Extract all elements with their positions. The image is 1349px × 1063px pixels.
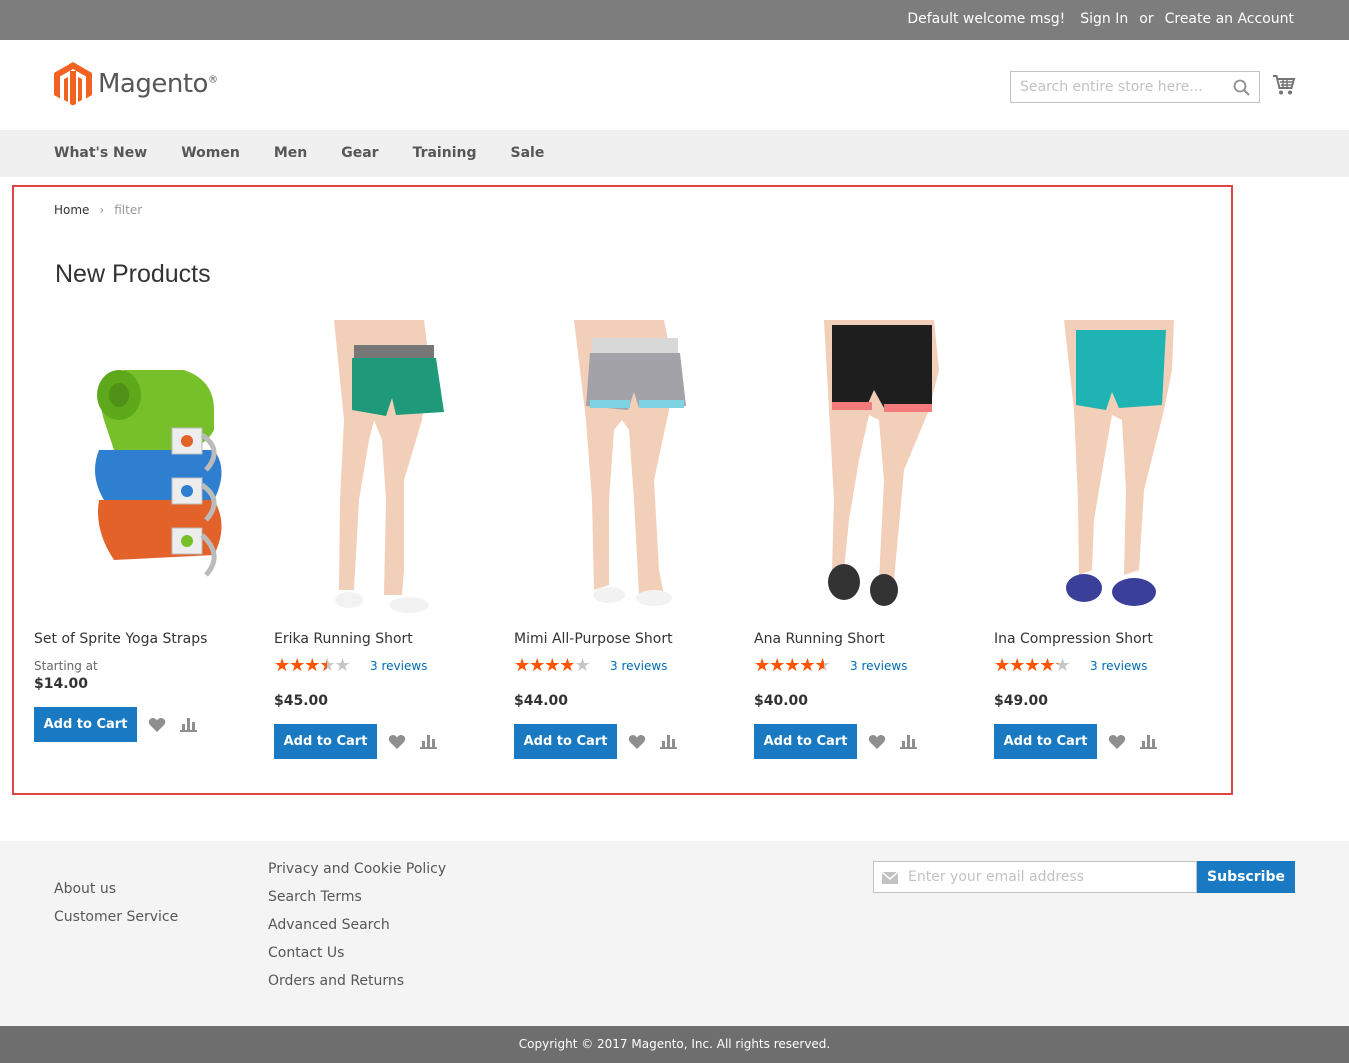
product-item: Erika Running Short ★★★★★ ★★★★★ 3 review… <box>274 320 504 759</box>
rating-stars-icon: ★★★★★ ★★★★★ <box>754 655 830 676</box>
cart-icon[interactable] <box>1272 74 1296 96</box>
page-title: New Products <box>55 260 211 288</box>
footer-link-customer-service[interactable]: Customer Service <box>54 909 178 937</box>
starting-at-label: Starting at <box>34 659 98 673</box>
product-price: $14.00 <box>34 676 89 692</box>
product-item: Ina Compression Short ★★★★★ ★★★★★ 3 revi… <box>994 320 1224 759</box>
product-price: $44.00 <box>514 693 569 709</box>
breadcrumb-separator-icon: › <box>99 203 105 217</box>
product-name[interactable]: Ana Running Short <box>754 631 984 647</box>
product-image[interactable] <box>754 320 984 615</box>
product-image[interactable] <box>994 320 1224 615</box>
yoga-strap-image <box>95 370 222 577</box>
create-account-link[interactable]: Create an Account <box>1165 11 1294 27</box>
compare-icon[interactable] <box>660 734 677 749</box>
nav-item-sale[interactable]: Sale <box>510 145 544 161</box>
compare-icon[interactable] <box>180 717 197 732</box>
top-bar: Default welcome msg! Sign In or Create a… <box>0 0 1349 40</box>
shorts-image <box>1064 320 1174 606</box>
product-item: Ana Running Short ★★★★★ ★★★★★ 3 reviews … <box>754 320 984 759</box>
nav-item-gear[interactable]: Gear <box>341 145 378 161</box>
newsletter-form: Subscribe <box>873 861 1295 893</box>
newsletter-field <box>873 861 1197 893</box>
footer-link-privacy[interactable]: Privacy and Cookie Policy <box>268 861 446 889</box>
add-to-cart-button[interactable]: Add to Cart <box>754 724 857 759</box>
product-image[interactable] <box>34 320 264 615</box>
footer-link-about-us[interactable]: About us <box>54 881 178 909</box>
nav-item-women[interactable]: Women <box>181 145 240 161</box>
shorts-image <box>574 320 686 606</box>
heart-icon[interactable] <box>868 734 886 750</box>
product-price: $49.00 <box>994 693 1049 709</box>
reviews-link[interactable]: 3 reviews <box>370 659 427 673</box>
footer-links-primary: About us Customer Service <box>54 881 178 937</box>
shorts-image <box>824 320 939 606</box>
search-input[interactable] <box>1011 72 1221 102</box>
product-name[interactable]: Ina Compression Short <box>994 631 1224 647</box>
product-rating: ★★★★★ ★★★★★ 3 reviews <box>274 655 504 676</box>
product-rating: ★★★★★ ★★★★★ 3 reviews <box>754 655 984 676</box>
footer-link-search-terms[interactable]: Search Terms <box>268 889 446 917</box>
footer-link-advanced-search[interactable]: Advanced Search <box>268 917 446 945</box>
logo-text: Magento® <box>98 69 218 99</box>
compare-icon[interactable] <box>900 734 917 749</box>
subscribe-button[interactable]: Subscribe <box>1197 861 1295 893</box>
rating-stars-icon: ★★★★★ ★★★★★ <box>514 655 590 676</box>
nav-item-men[interactable]: Men <box>274 145 307 161</box>
add-to-cart-button[interactable]: Add to Cart <box>994 724 1097 759</box>
heart-icon[interactable] <box>388 734 406 750</box>
product-price: $45.00 <box>274 693 329 709</box>
or-text: or <box>1139 11 1154 27</box>
footer-links-secondary: Privacy and Cookie Policy Search Terms A… <box>268 861 446 1001</box>
heart-icon[interactable] <box>1108 734 1126 750</box>
page-header: Magento® <box>0 40 1349 130</box>
reviews-link[interactable]: 3 reviews <box>610 659 667 673</box>
rating-stars-icon: ★★★★★ ★★★★★ <box>274 655 350 676</box>
product-name[interactable]: Set of Sprite Yoga Straps <box>34 631 264 647</box>
search-icon[interactable] <box>1233 79 1250 96</box>
welcome-message: Default welcome msg! <box>907 11 1066 27</box>
main-navigation: What's New Women Men Gear Training Sale <box>0 130 1349 177</box>
rating-stars-icon: ★★★★★ ★★★★★ <box>994 655 1070 676</box>
nav-item-whats-new[interactable]: What's New <box>54 145 147 161</box>
nav-item-training[interactable]: Training <box>413 145 477 161</box>
add-to-cart-button[interactable]: Add to Cart <box>274 724 377 759</box>
product-name[interactable]: Mimi All-Purpose Short <box>514 631 744 647</box>
product-name[interactable]: Erika Running Short <box>274 631 504 647</box>
footer-link-orders-returns[interactable]: Orders and Returns <box>268 973 446 1001</box>
heart-icon[interactable] <box>628 734 646 750</box>
product-item: Mimi All-Purpose Short ★★★★★ ★★★★★ 3 rev… <box>514 320 744 759</box>
product-item: Set of Sprite Yoga Straps Starting at $1… <box>34 320 264 742</box>
compare-icon[interactable] <box>1140 734 1157 749</box>
product-rating: ★★★★★ ★★★★★ 3 reviews <box>994 655 1224 676</box>
heart-icon[interactable] <box>148 717 166 733</box>
copyright: Copyright © 2017 Magento, Inc. All right… <box>0 1026 1349 1063</box>
product-rating: ★★★★★ ★★★★★ 3 reviews <box>514 655 744 676</box>
magento-logo-icon <box>54 62 92 106</box>
shorts-image <box>334 320 444 613</box>
product-image[interactable] <box>274 320 504 615</box>
add-to-cart-button[interactable]: Add to Cart <box>34 707 137 742</box>
add-to-cart-button[interactable]: Add to Cart <box>514 724 617 759</box>
breadcrumb-home[interactable]: Home <box>54 203 89 217</box>
mail-icon <box>882 872 898 884</box>
footer-link-contact-us[interactable]: Contact Us <box>268 945 446 973</box>
breadcrumb-current: filter <box>114 203 143 217</box>
page-footer: About us Customer Service Privacy and Co… <box>0 841 1349 1026</box>
logo[interactable]: Magento® <box>54 62 218 106</box>
newsletter-email-input[interactable] <box>908 862 1188 892</box>
sign-in-link[interactable]: Sign In <box>1080 11 1128 27</box>
header-links: Default welcome msg! Sign In or Create a… <box>907 11 1294 27</box>
product-price: $40.00 <box>754 693 809 709</box>
reviews-link[interactable]: 3 reviews <box>1090 659 1147 673</box>
breadcrumb: Home › filter <box>54 203 142 217</box>
compare-icon[interactable] <box>420 734 437 749</box>
product-image[interactable] <box>514 320 744 615</box>
search-box <box>1010 71 1260 103</box>
reviews-link[interactable]: 3 reviews <box>850 659 907 673</box>
